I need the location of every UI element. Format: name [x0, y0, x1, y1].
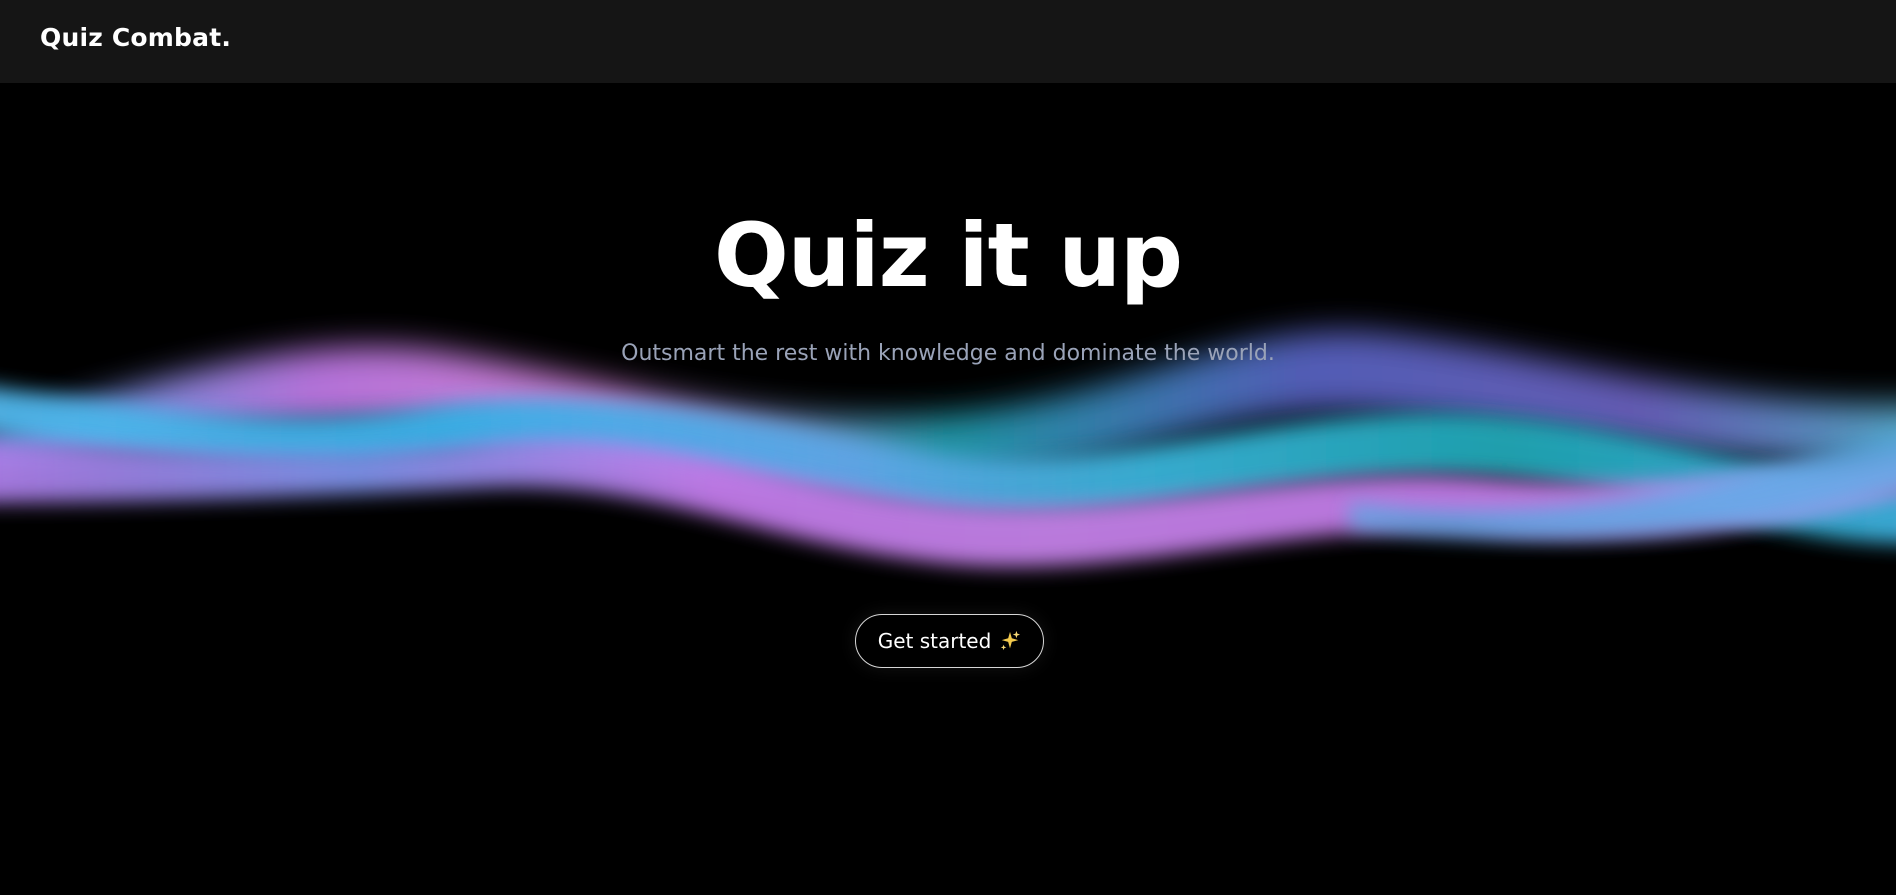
hero-subtitle: Outsmart the rest with knowledge and dom…	[621, 341, 1275, 366]
hero-section: Quiz it up Outsmart the rest with knowle…	[0, 83, 1896, 895]
hero-title: Quiz it up	[714, 204, 1183, 307]
sparkles-icon	[999, 630, 1021, 652]
get-started-label: Get started	[877, 629, 992, 653]
top-navbar: Quiz Combat.	[0, 0, 1896, 83]
get-started-button[interactable]: Get started	[855, 614, 1044, 668]
brand-logo[interactable]: Quiz Combat.	[40, 23, 231, 52]
